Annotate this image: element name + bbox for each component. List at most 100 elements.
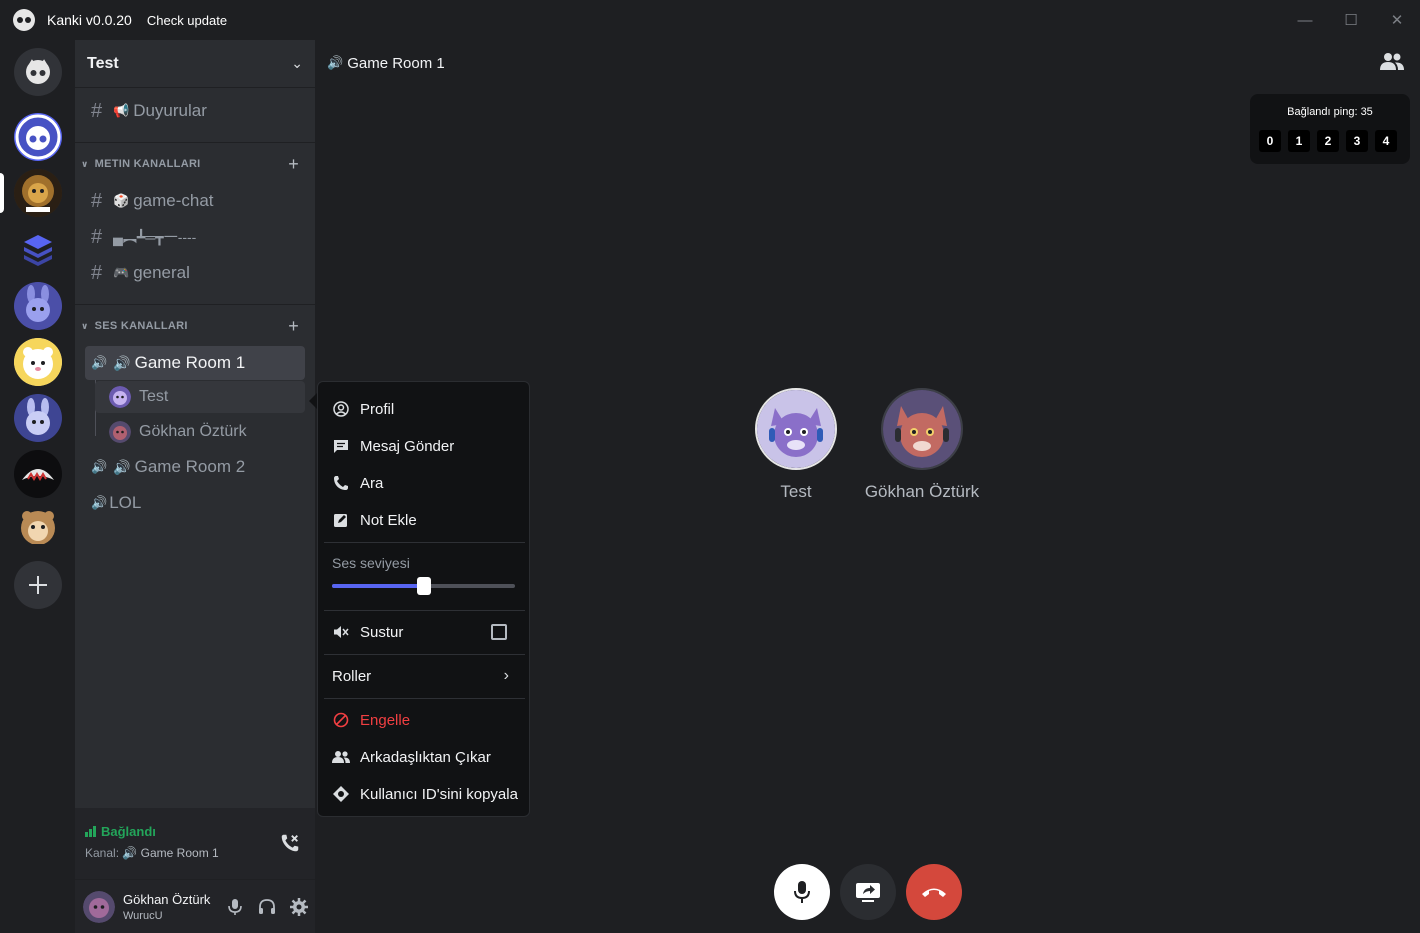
disconnect-call-icon[interactable] — [279, 832, 301, 854]
participant-test[interactable]: Test — [726, 388, 866, 502]
channel-label: LOL — [109, 493, 142, 512]
user-panel: Gökhan Öztürk WurucU — [75, 880, 315, 933]
menu-label: Arkadaşlıktan Çıkar — [360, 748, 491, 766]
phone-icon — [332, 474, 350, 492]
user-avatar[interactable] — [83, 890, 115, 923]
menu-item-roles[interactable]: Roller › — [326, 659, 523, 693]
menu-item-call[interactable]: Ara — [326, 466, 523, 500]
voice-connection-panel: Bağlandı Kanal: 🔊 Game Room 1 — [75, 808, 315, 880]
menu-separator — [324, 542, 525, 543]
add-channel-icon[interactable]: + — [288, 316, 299, 337]
kanki-home-icon[interactable] — [14, 48, 62, 96]
rabbit-server[interactable] — [14, 394, 62, 442]
ping-digits: 0 1 2 3 4 — [1259, 130, 1397, 152]
note-edit-icon — [332, 511, 350, 529]
signal-icon — [85, 826, 96, 837]
layers-server[interactable] — [14, 225, 62, 273]
channel-duyurular[interactable]: # 📢 Duyurular — [85, 94, 305, 128]
speaker-icon: 🔊 — [327, 55, 344, 70]
channel-label: Game Room 1 — [134, 353, 246, 372]
bunny-server[interactable] — [14, 282, 62, 330]
voice-user-test[interactable]: Test — [95, 381, 305, 413]
microphone-icon[interactable] — [219, 891, 251, 923]
volume-slider-thumb[interactable] — [416, 577, 431, 595]
kanki-logo-icon — [13, 9, 35, 31]
speaker-icon: 🔊 — [91, 459, 108, 474]
menu-item-remove-friend[interactable]: Arkadaşlıktan Çıkar — [326, 740, 523, 774]
hang-up-button[interactable] — [906, 864, 962, 920]
user-circle-icon — [332, 400, 350, 418]
megaphone-emoji: 📢 — [113, 103, 130, 118]
channel-prefix: Kanal: — [85, 846, 120, 860]
menu-item-block[interactable]: Engelle — [326, 703, 523, 737]
voice-channel-game-room-2[interactable]: 🔊 🔊 Game Room 2 — [85, 450, 305, 484]
close-icon[interactable]: ✕ — [1374, 0, 1420, 40]
participant-name: Test — [780, 482, 812, 501]
participant-gokhan[interactable]: Gökhan Öztürk — [852, 388, 992, 502]
chevron-down-icon: ∨ — [81, 320, 89, 331]
voice-user-gokhan[interactable]: Gökhan Öztürk — [95, 416, 305, 448]
menu-item-send-message[interactable]: Mesaj Gönder — [326, 429, 523, 463]
dice-emoji: 🎲 — [113, 193, 130, 208]
message-icon — [332, 437, 350, 455]
voice-hamster-server[interactable] — [14, 506, 62, 554]
server-header[interactable]: Test ⌄ — [75, 40, 315, 88]
channel-label: ▄︻┻═┳一---- — [113, 229, 197, 245]
user-context-menu: Profil Mesaj Gönder Ara Not Ekle Ses sev… — [317, 381, 530, 817]
screen-share-button[interactable] — [840, 864, 896, 920]
channel-game-chat[interactable]: # 🎲 game-chat — [85, 184, 305, 218]
app-window: Kanki v0.0.20 Check update — ☐ ✕ Test ⌄ … — [0, 0, 1420, 933]
lion-server[interactable] — [14, 169, 62, 217]
menu-item-add-note[interactable]: Not Ekle — [326, 503, 523, 537]
shark-server[interactable] — [14, 450, 62, 498]
server-rail — [0, 40, 75, 933]
add-server-icon[interactable] — [14, 561, 62, 609]
channel-label: Game Room 2 — [134, 457, 246, 476]
microphone-toggle-button[interactable] — [774, 864, 830, 920]
server-name: Test — [87, 54, 119, 72]
ping-digit: 3 — [1346, 130, 1368, 152]
category-text-channels[interactable]: ∨ METIN KANALLARI + — [81, 154, 309, 174]
menu-separator — [324, 654, 525, 655]
category-label: SES KANALLARI — [94, 320, 188, 332]
settings-gear-icon[interactable] — [283, 891, 315, 923]
ping-digit: 4 — [1375, 130, 1397, 152]
minimize-icon[interactable]: — — [1282, 0, 1328, 40]
voice-channel-lol[interactable]: 🔊 LOL — [85, 486, 305, 520]
menu-item-profile[interactable]: Profil — [326, 392, 523, 426]
avatar — [109, 421, 131, 443]
menu-label: Mesaj Gönder — [360, 437, 455, 455]
block-icon — [332, 711, 350, 729]
category-label: METIN KANALLARI — [94, 158, 201, 170]
headphones-icon[interactable] — [251, 891, 283, 923]
ping-indicator: Bağlandı ping: 35 0 1 2 3 4 — [1250, 94, 1410, 164]
status-label: Bağlandı — [101, 824, 156, 839]
channel-general[interactable]: # 🎮 general — [85, 256, 305, 290]
kanki-logo-server[interactable] — [14, 113, 62, 161]
voice-channel-game-room-1[interactable]: 🔊 🔊 Game Room 1 — [85, 346, 305, 380]
menu-label: Ara — [360, 474, 384, 492]
channel-gun[interactable]: # ▄︻┻═┳一---- — [85, 220, 305, 254]
add-channel-icon[interactable]: + — [288, 154, 299, 175]
volume-slider[interactable] — [332, 577, 515, 595]
check-update-link[interactable]: Check update — [147, 13, 227, 28]
window-controls: — ☐ ✕ — [1282, 0, 1420, 40]
menu-separator — [324, 698, 525, 699]
hash-icon: # — [91, 189, 103, 212]
menu-separator — [324, 610, 525, 611]
chevron-right-icon: › — [503, 667, 509, 684]
divider — [75, 142, 315, 143]
members-icon[interactable] — [1380, 52, 1404, 72]
friends-icon — [332, 748, 350, 766]
user-tag: WurucU — [123, 909, 163, 922]
hash-icon: # — [91, 99, 103, 122]
speaker-muted-icon — [332, 623, 350, 641]
bear-server[interactable] — [14, 338, 62, 386]
category-voice-channels[interactable]: ∨ SES KANALLARI + — [81, 316, 309, 336]
menu-item-copy-id[interactable]: Kullanıcı ID'sini kopyala — [326, 777, 523, 811]
mute-checkbox[interactable] — [491, 624, 507, 640]
menu-item-mute[interactable]: Sustur — [326, 615, 523, 649]
speaker-icon: 🔊 — [122, 846, 138, 860]
maximize-icon[interactable]: ☐ — [1328, 0, 1374, 40]
username: Gökhan Öztürk — [123, 891, 211, 907]
